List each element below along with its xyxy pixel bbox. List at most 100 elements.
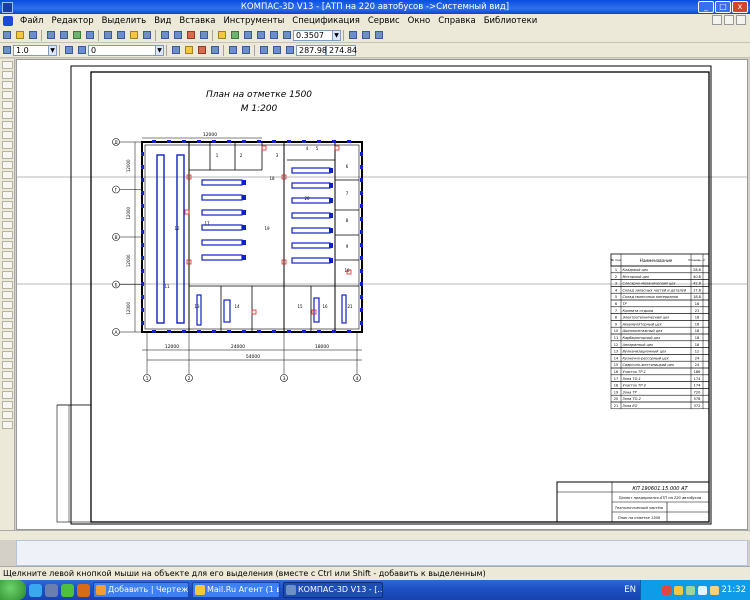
coord-y-field[interactable]: 274.84 bbox=[326, 44, 357, 56]
show-all-icon[interactable] bbox=[373, 30, 384, 41]
color-icon[interactable] bbox=[183, 45, 194, 56]
document-icon[interactable] bbox=[3, 16, 13, 26]
clock[interactable]: 21:32 bbox=[722, 585, 747, 595]
desktop-icon[interactable] bbox=[45, 583, 58, 597]
tool-button[interactable] bbox=[1, 381, 13, 389]
rotate-icon[interactable] bbox=[360, 30, 371, 41]
format-icon[interactable] bbox=[141, 30, 152, 41]
tool-button[interactable] bbox=[1, 81, 13, 89]
tool-button[interactable] bbox=[1, 101, 13, 109]
messenger-icon[interactable] bbox=[61, 583, 74, 597]
tool-button[interactable] bbox=[1, 401, 13, 409]
ortho-icon[interactable] bbox=[240, 45, 251, 56]
tool-button[interactable] bbox=[1, 251, 13, 259]
tool-button[interactable] bbox=[1, 181, 13, 189]
tool-button[interactable] bbox=[1, 361, 13, 369]
menu-service[interactable]: Сервис bbox=[364, 16, 404, 26]
tool-button[interactable] bbox=[1, 121, 13, 129]
network-icon[interactable] bbox=[709, 585, 719, 595]
tool-button[interactable] bbox=[1, 161, 13, 169]
open-file-icon[interactable] bbox=[14, 30, 25, 41]
undo-icon[interactable] bbox=[159, 30, 170, 41]
zoom-field[interactable]: 0.3507 bbox=[293, 29, 333, 41]
tool-button[interactable] bbox=[1, 61, 13, 69]
drawing-canvas[interactable]: План на отметке 1500 М 1:200 12000 1 2 3… bbox=[16, 59, 748, 530]
doc-close-button[interactable] bbox=[736, 15, 746, 25]
paste-icon[interactable] bbox=[128, 30, 139, 41]
task-kompas[interactable]: КОМПАС-3D V13 - [... bbox=[283, 582, 383, 598]
local-cs-icon[interactable] bbox=[258, 45, 269, 56]
menu-select[interactable]: Выделить bbox=[98, 16, 151, 26]
tool-button[interactable] bbox=[1, 231, 13, 239]
tool-button[interactable] bbox=[1, 351, 13, 359]
tool-button[interactable] bbox=[1, 111, 13, 119]
copy-icon[interactable] bbox=[115, 30, 126, 41]
print-icon[interactable] bbox=[45, 30, 56, 41]
tool-button[interactable] bbox=[1, 301, 13, 309]
tray-icon[interactable] bbox=[661, 585, 671, 595]
maximize-button[interactable]: □ bbox=[715, 1, 731, 13]
minimize-button[interactable]: _ bbox=[698, 1, 714, 13]
close-button[interactable]: x bbox=[732, 1, 748, 13]
tool-button[interactable] bbox=[1, 411, 13, 419]
tool-button[interactable] bbox=[1, 421, 13, 429]
function-icon[interactable] bbox=[185, 30, 196, 41]
chevron-down-icon[interactable]: ▼ bbox=[49, 44, 57, 56]
menu-editor[interactable]: Редактор bbox=[47, 16, 97, 26]
zoom-in-icon[interactable] bbox=[242, 30, 253, 41]
cursor-icon[interactable] bbox=[284, 45, 295, 56]
tool-button[interactable] bbox=[1, 141, 13, 149]
redo-icon[interactable] bbox=[172, 30, 183, 41]
doc-minimize-button[interactable] bbox=[712, 15, 722, 25]
manager-icon[interactable] bbox=[84, 30, 95, 41]
tool-button[interactable] bbox=[1, 281, 13, 289]
ie-icon[interactable] bbox=[29, 583, 42, 597]
player-icon[interactable] bbox=[77, 583, 90, 597]
tool-button[interactable] bbox=[1, 241, 13, 249]
new-file-icon[interactable] bbox=[1, 30, 12, 41]
tool-button[interactable] bbox=[1, 371, 13, 379]
tray-icon[interactable] bbox=[685, 585, 695, 595]
menu-file[interactable]: Файл bbox=[16, 16, 47, 26]
zoom-out-icon[interactable] bbox=[268, 30, 279, 41]
tool-button[interactable] bbox=[1, 71, 13, 79]
tool-button[interactable] bbox=[1, 271, 13, 279]
tool-button[interactable] bbox=[1, 291, 13, 299]
task-mailru[interactable]: Mail.Ru Агент (1 вкл... bbox=[192, 582, 280, 598]
chevron-down-icon[interactable]: ▼ bbox=[156, 44, 164, 56]
menu-specification[interactable]: Спецификация bbox=[288, 16, 364, 26]
line-width-field[interactable]: 1.0 bbox=[13, 44, 49, 56]
tool-button[interactable] bbox=[1, 321, 13, 329]
snaps-icon[interactable] bbox=[209, 45, 220, 56]
menu-help[interactable]: Справка bbox=[434, 16, 479, 26]
pan-icon[interactable] bbox=[347, 30, 358, 41]
volume-icon[interactable] bbox=[697, 585, 707, 595]
tool-button[interactable] bbox=[1, 201, 13, 209]
step-icon[interactable] bbox=[1, 45, 12, 56]
coord-x-field[interactable]: 287.98 bbox=[296, 44, 327, 56]
state-icon[interactable] bbox=[170, 45, 181, 56]
menu-window[interactable]: Окно bbox=[404, 16, 435, 26]
menu-tools[interactable]: Инструменты bbox=[219, 16, 288, 26]
doc-restore-button[interactable] bbox=[724, 15, 734, 25]
tray-icon[interactable] bbox=[673, 585, 683, 595]
task-browser[interactable]: Добавить | Чертежи... bbox=[93, 582, 189, 598]
zoom-window-icon[interactable] bbox=[255, 30, 266, 41]
variables-icon[interactable] bbox=[198, 30, 209, 41]
snap-icon[interactable] bbox=[196, 45, 207, 56]
save-icon[interactable] bbox=[27, 30, 38, 41]
tool-button[interactable] bbox=[1, 191, 13, 199]
tool-button[interactable] bbox=[1, 391, 13, 399]
layers-icon[interactable] bbox=[76, 45, 87, 56]
menu-libraries[interactable]: Библиотеки bbox=[480, 16, 542, 26]
tool-button[interactable] bbox=[1, 261, 13, 269]
start-button[interactable] bbox=[0, 580, 26, 600]
tool-button[interactable] bbox=[1, 341, 13, 349]
grid-toggle-icon[interactable] bbox=[227, 45, 238, 56]
properties-icon[interactable] bbox=[71, 30, 82, 41]
tool-button[interactable] bbox=[1, 171, 13, 179]
preview-icon[interactable] bbox=[58, 30, 69, 41]
menu-view[interactable]: Вид bbox=[150, 16, 175, 26]
language-indicator[interactable]: EN bbox=[624, 585, 636, 595]
refresh-icon[interactable] bbox=[229, 30, 240, 41]
